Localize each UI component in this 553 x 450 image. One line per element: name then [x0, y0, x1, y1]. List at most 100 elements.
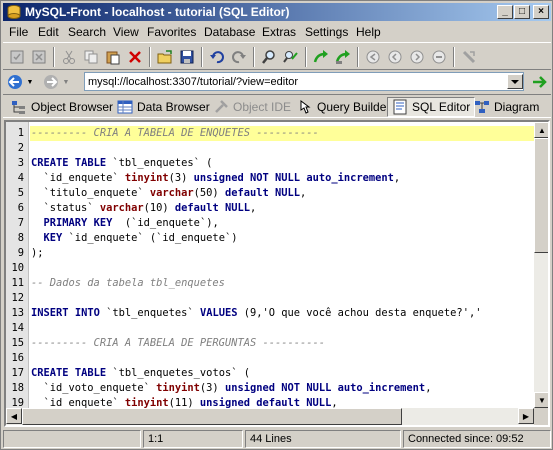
code-line[interactable]: INSERT INTO `tbl_enquetes` VALUES (9,'O …: [30, 306, 481, 321]
copy-button[interactable]: [81, 47, 101, 67]
maximize-button[interactable]: □: [514, 5, 530, 19]
code-line[interactable]: `id_enquete` tinyint(3) unsigned NOT NUL…: [30, 171, 401, 186]
prev-button[interactable]: [385, 47, 405, 67]
toolbar-separator: [453, 47, 455, 67]
horizontal-scroll-thumb[interactable]: [22, 408, 402, 425]
code-line[interactable]: `status` varchar(10) default NULL,: [30, 201, 257, 216]
scroll-left-button[interactable]: ◀: [6, 408, 22, 424]
diagram-label: Diagram: [494, 100, 540, 114]
paste-icon: [106, 51, 120, 65]
code-line[interactable]: `titulo_enquete` varchar(50) default NUL…: [30, 186, 307, 201]
menu-settings[interactable]: Settings: [305, 25, 348, 39]
next-button[interactable]: [407, 47, 427, 67]
minimize-icon: _: [502, 6, 508, 17]
code-line[interactable]: `id_voto_enquete` tinyint(3) unsigned NO…: [30, 381, 432, 396]
toolbar-separator: [357, 47, 359, 67]
maximize-icon: □: [518, 6, 526, 17]
line-number-gutter: 1 2 3 4 5 6 7 8 9 10 11 12 13 14 15 16 17 18 19: [6, 122, 29, 409]
menu-favorites[interactable]: Favorites: [147, 25, 196, 39]
data-browser-icon: [117, 100, 133, 114]
query-builder-icon: [300, 100, 311, 114]
new-button[interactable]: [7, 47, 27, 67]
scrollbar-corner: [534, 408, 548, 425]
vertical-scroll-thumb[interactable]: [534, 138, 548, 253]
menu-search[interactable]: Search: [68, 25, 106, 39]
scroll-right-button[interactable]: ▶: [518, 408, 534, 424]
run-selection-icon: [335, 50, 350, 64]
diagram-button[interactable]: Diagram: [470, 97, 543, 117]
menu-database[interactable]: Database: [204, 25, 255, 39]
refresh-button[interactable]: [459, 47, 479, 67]
code-area[interactable]: --------- CRIA A TABELA DE ENQUETES ----…: [30, 122, 534, 408]
run-selection-button[interactable]: [333, 47, 353, 67]
redo-button[interactable]: [229, 47, 249, 67]
back-dropdown[interactable]: ▼: [25, 72, 35, 92]
close-button[interactable]: [29, 47, 49, 67]
menu-extras[interactable]: Extras: [262, 25, 296, 39]
object-ide-button[interactable]: Object IDE: [209, 97, 295, 117]
close-window-button[interactable]: ×: [533, 5, 549, 19]
forward-dropdown[interactable]: ▼: [61, 72, 71, 92]
line-number: 5: [17, 187, 24, 199]
code-line[interactable]: PRIMARY KEY (`id_enquete`),: [30, 216, 219, 231]
cut-icon: [63, 50, 75, 64]
forward-button[interactable]: [41, 72, 61, 92]
scroll-down-button[interactable]: ▼: [534, 392, 548, 408]
code-line[interactable]: [30, 261, 31, 276]
address-dropdown-button[interactable]: [507, 74, 523, 89]
close-icon: [32, 50, 46, 64]
code-line[interactable]: [30, 141, 31, 156]
run-button[interactable]: [311, 47, 331, 67]
run-icon: [313, 50, 328, 63]
stop-button[interactable]: [429, 47, 449, 67]
minimize-button[interactable]: _: [497, 5, 513, 19]
toolbar-separator: [253, 47, 255, 67]
code-line[interactable]: KEY `id_enquete` (`id_enquete`): [30, 231, 238, 246]
cut-button[interactable]: [59, 47, 79, 67]
paste-button[interactable]: [103, 47, 123, 67]
address-input[interactable]: [84, 72, 524, 91]
chevron-down-icon: [511, 80, 519, 84]
scroll-up-button[interactable]: ▲: [534, 122, 548, 138]
line-number: 17: [11, 367, 24, 379]
sql-editor-label: SQL Editor: [412, 100, 471, 114]
data-browser-button[interactable]: Data Browser: [113, 97, 214, 117]
code-line[interactable]: );: [30, 246, 44, 261]
line-number: 12: [11, 292, 24, 304]
main-toolbar: [3, 42, 551, 70]
menu-file[interactable]: File: [9, 25, 28, 39]
code-line[interactable]: --------- CRIA A TABELA DE PERGUNTAS ---…: [30, 336, 325, 351]
sql-editor-button[interactable]: SQL Editor: [387, 97, 476, 117]
menu-edit[interactable]: Edit: [38, 25, 59, 39]
delete-button[interactable]: [125, 47, 145, 67]
undo-button[interactable]: [207, 47, 227, 67]
line-number: 2: [17, 142, 24, 154]
menu-help[interactable]: Help: [356, 25, 381, 39]
back-button[interactable]: [5, 72, 25, 92]
code-line[interactable]: -- Dados da tabela tbl_enquetes: [30, 276, 225, 291]
code-line[interactable]: CREATE TABLE `tbl_enquetes` (: [30, 156, 212, 171]
code-line[interactable]: [30, 351, 31, 366]
delete-icon: [129, 51, 141, 63]
line-number: 6: [17, 202, 24, 214]
code-line[interactable]: --------- CRIA A TABELA DE ENQUETES ----…: [30, 126, 534, 141]
go-button[interactable]: [531, 73, 549, 91]
code-line[interactable]: `id_enquete` tinyint(11) unsigned defaul…: [30, 396, 338, 408]
vertical-scrollbar[interactable]: ▲ ▼: [534, 122, 548, 408]
save-button[interactable]: [177, 47, 197, 67]
code-line[interactable]: [30, 321, 31, 336]
horizontal-scrollbar[interactable]: ◀ ▶: [6, 408, 534, 425]
sql-editor[interactable]: 1 2 3 4 5 6 7 8 9 10 11 12 13 14 15 16 17 18 19 --------- …: [4, 120, 550, 427]
code-line[interactable]: [30, 291, 31, 306]
object-browser-button[interactable]: Object Browser: [7, 97, 117, 117]
find-button[interactable]: [259, 47, 279, 67]
code-line[interactable]: CREATE TABLE `tbl_enquetes_votos` (: [30, 366, 250, 381]
menu-view[interactable]: View: [113, 25, 139, 39]
first-button[interactable]: [363, 47, 383, 67]
toolbar-separator: [305, 47, 307, 67]
open-button[interactable]: [155, 47, 175, 67]
replace-button[interactable]: [281, 47, 301, 67]
query-builder-button[interactable]: Query Builder: [293, 97, 394, 117]
title-bar[interactable]: MySQL-Front - localhost - tutorial (SQL …: [3, 3, 551, 21]
main-window: MySQL-Front - localhost - tutorial (SQL …: [0, 0, 553, 450]
